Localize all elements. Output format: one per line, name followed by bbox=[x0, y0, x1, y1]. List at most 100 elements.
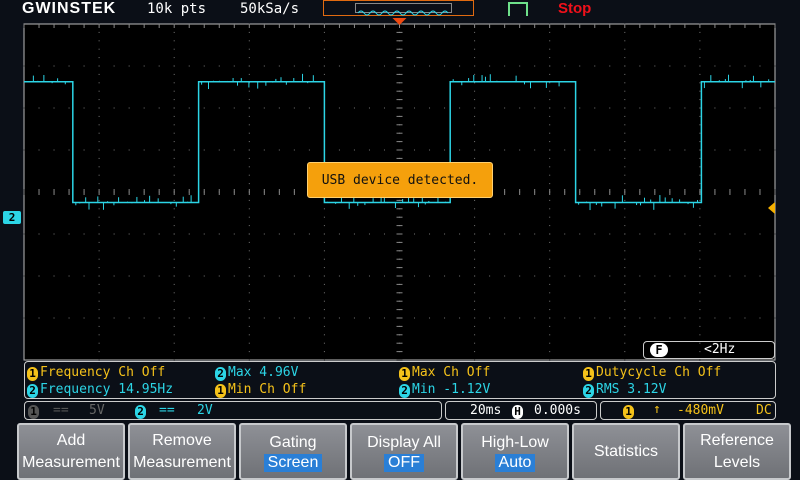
overview-window bbox=[355, 3, 452, 16]
ch2-badge[interactable]: 2 bbox=[135, 405, 146, 419]
grid-dot bbox=[83, 233, 85, 235]
measurement-text: Frequency 14.95Hz bbox=[40, 382, 174, 397]
grid-dot bbox=[639, 317, 641, 319]
timebase[interactable]: 20ms bbox=[470, 403, 501, 418]
grid-dot bbox=[83, 149, 85, 151]
grid-dot bbox=[218, 149, 220, 151]
grid-dot bbox=[654, 233, 656, 235]
grid-dot bbox=[699, 208, 701, 210]
grid-dot bbox=[774, 65, 776, 67]
softkey-display-all[interactable]: Display All OFF bbox=[350, 423, 458, 480]
grid-dot bbox=[173, 267, 175, 269]
grid-dot bbox=[699, 199, 701, 201]
softkey-label: Reference bbox=[700, 431, 774, 449]
channel2-ground-marker[interactable]: 2 bbox=[3, 211, 21, 224]
grid-dot bbox=[699, 250, 701, 252]
measurement-text: Dutycycle Ch Off bbox=[596, 365, 722, 380]
grid-dot bbox=[699, 90, 701, 92]
trigger-source-badge: 1 bbox=[623, 405, 634, 419]
grid-dot bbox=[534, 65, 536, 67]
grid-dot bbox=[774, 107, 776, 109]
softkey-reference[interactable]: Reference Levels bbox=[683, 423, 791, 480]
grid-dot bbox=[459, 107, 461, 109]
grid-dot bbox=[414, 149, 416, 151]
trigger-level-marker[interactable] bbox=[768, 202, 775, 214]
grid-dot bbox=[579, 317, 581, 319]
softkey-high-low[interactable]: High-Low Auto bbox=[461, 423, 569, 480]
grid-dot bbox=[188, 275, 190, 277]
grid-dot bbox=[248, 309, 250, 311]
grid-dot bbox=[459, 317, 461, 319]
grid-dot bbox=[489, 107, 491, 109]
grid-dot bbox=[594, 107, 596, 109]
ch1-badge[interactable]: 1 bbox=[28, 405, 39, 419]
grid-dot bbox=[173, 48, 175, 50]
grid-dot bbox=[774, 149, 776, 151]
grid-dot bbox=[549, 174, 551, 176]
grid-dot bbox=[699, 73, 701, 75]
grid-dot bbox=[233, 233, 235, 235]
grid-dot bbox=[368, 149, 370, 151]
grid-dot bbox=[263, 317, 265, 319]
grid-dot bbox=[534, 149, 536, 151]
grid-dot bbox=[474, 149, 476, 151]
grid-dot bbox=[143, 233, 145, 235]
grid-dot bbox=[699, 99, 701, 101]
grid-dot bbox=[323, 275, 325, 277]
softkey-gating[interactable]: Gating Screen bbox=[239, 423, 347, 480]
grid-dot bbox=[549, 107, 551, 109]
horizontal-position[interactable]: 0.000s bbox=[534, 403, 581, 418]
softkey-remove[interactable]: Remove Measurement bbox=[128, 423, 236, 480]
grid-dot bbox=[173, 258, 175, 260]
channel-status: 1 == 5V 2 == 2V bbox=[24, 401, 442, 420]
grid-dot bbox=[549, 208, 551, 210]
grid-dot bbox=[624, 258, 626, 260]
grid-dot bbox=[474, 65, 476, 67]
softkey-add[interactable]: Add Measurement bbox=[17, 423, 125, 480]
grid-dot bbox=[474, 309, 476, 311]
grid-dot bbox=[579, 107, 581, 109]
grid-dot bbox=[323, 233, 325, 235]
grid-dot bbox=[684, 275, 686, 277]
grid-dot bbox=[549, 65, 551, 67]
filter-value: <2Hz bbox=[704, 342, 736, 357]
channel-badge: 2 bbox=[399, 384, 410, 398]
grid-dot bbox=[474, 208, 476, 210]
grid-dot bbox=[128, 65, 130, 67]
grid-dot bbox=[564, 149, 566, 151]
softkey-statistics[interactable]: Statistics bbox=[572, 423, 680, 480]
grid-dot bbox=[654, 149, 656, 151]
grid-dot bbox=[624, 233, 626, 235]
grid-dot bbox=[173, 292, 175, 294]
grid-dot bbox=[699, 65, 701, 67]
grid-dot bbox=[248, 292, 250, 294]
grid-dot bbox=[699, 124, 701, 126]
grid-dot bbox=[684, 107, 686, 109]
grid-dot bbox=[98, 241, 100, 243]
measurement-text: Min Ch Off bbox=[228, 382, 307, 397]
grid-dot bbox=[459, 275, 461, 277]
grid-dot bbox=[98, 199, 100, 201]
grid-dot bbox=[308, 149, 310, 151]
grid-dot bbox=[654, 65, 656, 67]
trigger-level[interactable]: -480mV bbox=[677, 403, 724, 418]
grid-dot bbox=[323, 334, 325, 336]
grid-dot bbox=[98, 40, 100, 42]
grid-dot bbox=[248, 115, 250, 117]
grid-dot bbox=[338, 65, 340, 67]
grid-dot bbox=[128, 275, 130, 277]
grid-dot bbox=[549, 334, 551, 336]
grid-dot bbox=[459, 233, 461, 235]
grid-dot bbox=[699, 300, 701, 302]
grid-dot bbox=[579, 149, 581, 151]
grid-dot bbox=[624, 241, 626, 243]
grid-dot bbox=[549, 292, 551, 294]
grid-dot bbox=[699, 309, 701, 311]
measurement-item: 2 RMS 3.12V bbox=[583, 382, 666, 398]
run-state[interactable]: Stop bbox=[558, 0, 591, 17]
grid-dot bbox=[549, 73, 551, 75]
measurement-item: 2 Max 4.96V bbox=[215, 365, 298, 381]
grid-dot bbox=[173, 157, 175, 159]
grid-dot bbox=[278, 149, 280, 151]
grid-dot bbox=[429, 233, 431, 235]
